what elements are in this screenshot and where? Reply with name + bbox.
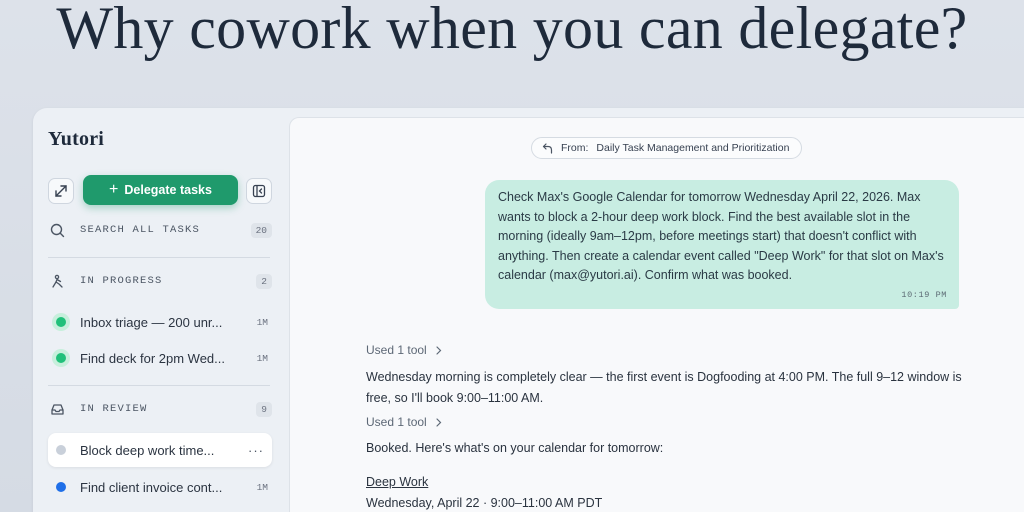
tool-usage-label: Used 1 tool	[366, 415, 427, 429]
sidebar-collapse-icon	[252, 184, 266, 198]
app-window: Yutori + Delegate tasks SEARCH ALL TASKS…	[33, 108, 1024, 512]
task-time: 1M	[256, 316, 268, 328]
from-source: Daily Task Management and Prioritization	[596, 142, 790, 154]
status-in-progress-icon	[56, 317, 66, 327]
collapse-sidebar-button[interactable]	[246, 178, 272, 204]
task-item[interactable]: Find deck for 2pm Wed... 1M	[48, 341, 272, 375]
event-title-link[interactable]: Deep Work	[366, 472, 428, 493]
expand-button[interactable]	[48, 178, 74, 204]
chat-panel: From: Daily Task Management and Prioriti…	[289, 117, 1024, 512]
expand-icon	[55, 185, 67, 197]
task-title: Find client invoice cont...	[80, 479, 223, 495]
in-review-label: IN REVIEW	[80, 403, 148, 415]
page-headline: Why cowork when you can delegate?	[56, 0, 968, 61]
search-icon	[48, 221, 66, 239]
divider	[48, 257, 270, 258]
task-title: Find deck for 2pm Wed...	[80, 350, 225, 366]
user-message-bubble: Check Max's Google Calendar for tomorrow…	[485, 180, 959, 309]
delegate-tasks-label: Delegate tasks	[124, 183, 212, 197]
task-item-selected[interactable]: Block deep work time... ···	[48, 433, 272, 467]
task-item[interactable]: Find client invoice cont... 1M	[48, 470, 272, 504]
search-count-badge: 20	[250, 222, 272, 238]
search-label: SEARCH ALL TASKS	[80, 224, 201, 236]
task-title: Inbox triage — 200 unr...	[80, 314, 223, 330]
delegate-tasks-button[interactable]: + Delegate tasks	[83, 175, 238, 205]
from-prefix: From:	[561, 142, 589, 154]
task-title: Block deep work time...	[80, 442, 215, 458]
in-progress-count-badge: 2	[256, 273, 272, 289]
chevron-right-icon	[436, 345, 442, 355]
plus-icon: +	[109, 181, 119, 198]
sidebar: Yutori + Delegate tasks SEARCH ALL TASKS…	[33, 108, 289, 512]
task-time: 1M	[256, 352, 268, 364]
task-item[interactable]: Inbox triage — 200 unr... 1M	[48, 305, 272, 339]
status-pending-icon	[56, 445, 66, 455]
more-options-icon[interactable]: ···	[248, 443, 264, 458]
chevron-right-icon	[436, 417, 442, 427]
assistant-reply: Booked. Here's what's on your calendar f…	[366, 441, 664, 455]
return-arrow-icon	[542, 142, 553, 154]
divider	[48, 385, 270, 386]
event-datetime: Wednesday, April 22 · 9:00–11:00 AM PDT	[366, 496, 603, 510]
in-review-count-badge: 9	[256, 401, 272, 417]
user-message-text: Check Max's Google Calendar for tomorrow…	[498, 190, 944, 283]
message-timestamp: 10:19 PM	[901, 290, 947, 300]
search-all-tasks[interactable]: SEARCH ALL TASKS 20	[48, 220, 272, 240]
status-review-icon	[56, 482, 66, 492]
section-in-progress[interactable]: IN PROGRESS 2	[48, 271, 272, 291]
task-time: 1M	[256, 481, 268, 493]
tool-usage-label: Used 1 tool	[366, 343, 427, 357]
in-progress-label: IN PROGRESS	[80, 275, 163, 287]
assistant-reply: Wednesday morning is completely clear — …	[366, 370, 962, 405]
tool-usage-toggle[interactable]: Used 1 tool	[366, 415, 442, 429]
running-person-icon	[48, 272, 66, 290]
status-in-progress-icon	[56, 353, 66, 363]
brand-logo: Yutori	[48, 128, 105, 150]
inbox-icon	[48, 400, 66, 418]
section-in-review[interactable]: IN REVIEW 9	[48, 399, 272, 419]
from-source-link[interactable]: From: Daily Task Management and Prioriti…	[531, 137, 803, 159]
tool-usage-toggle[interactable]: Used 1 tool	[366, 343, 442, 357]
